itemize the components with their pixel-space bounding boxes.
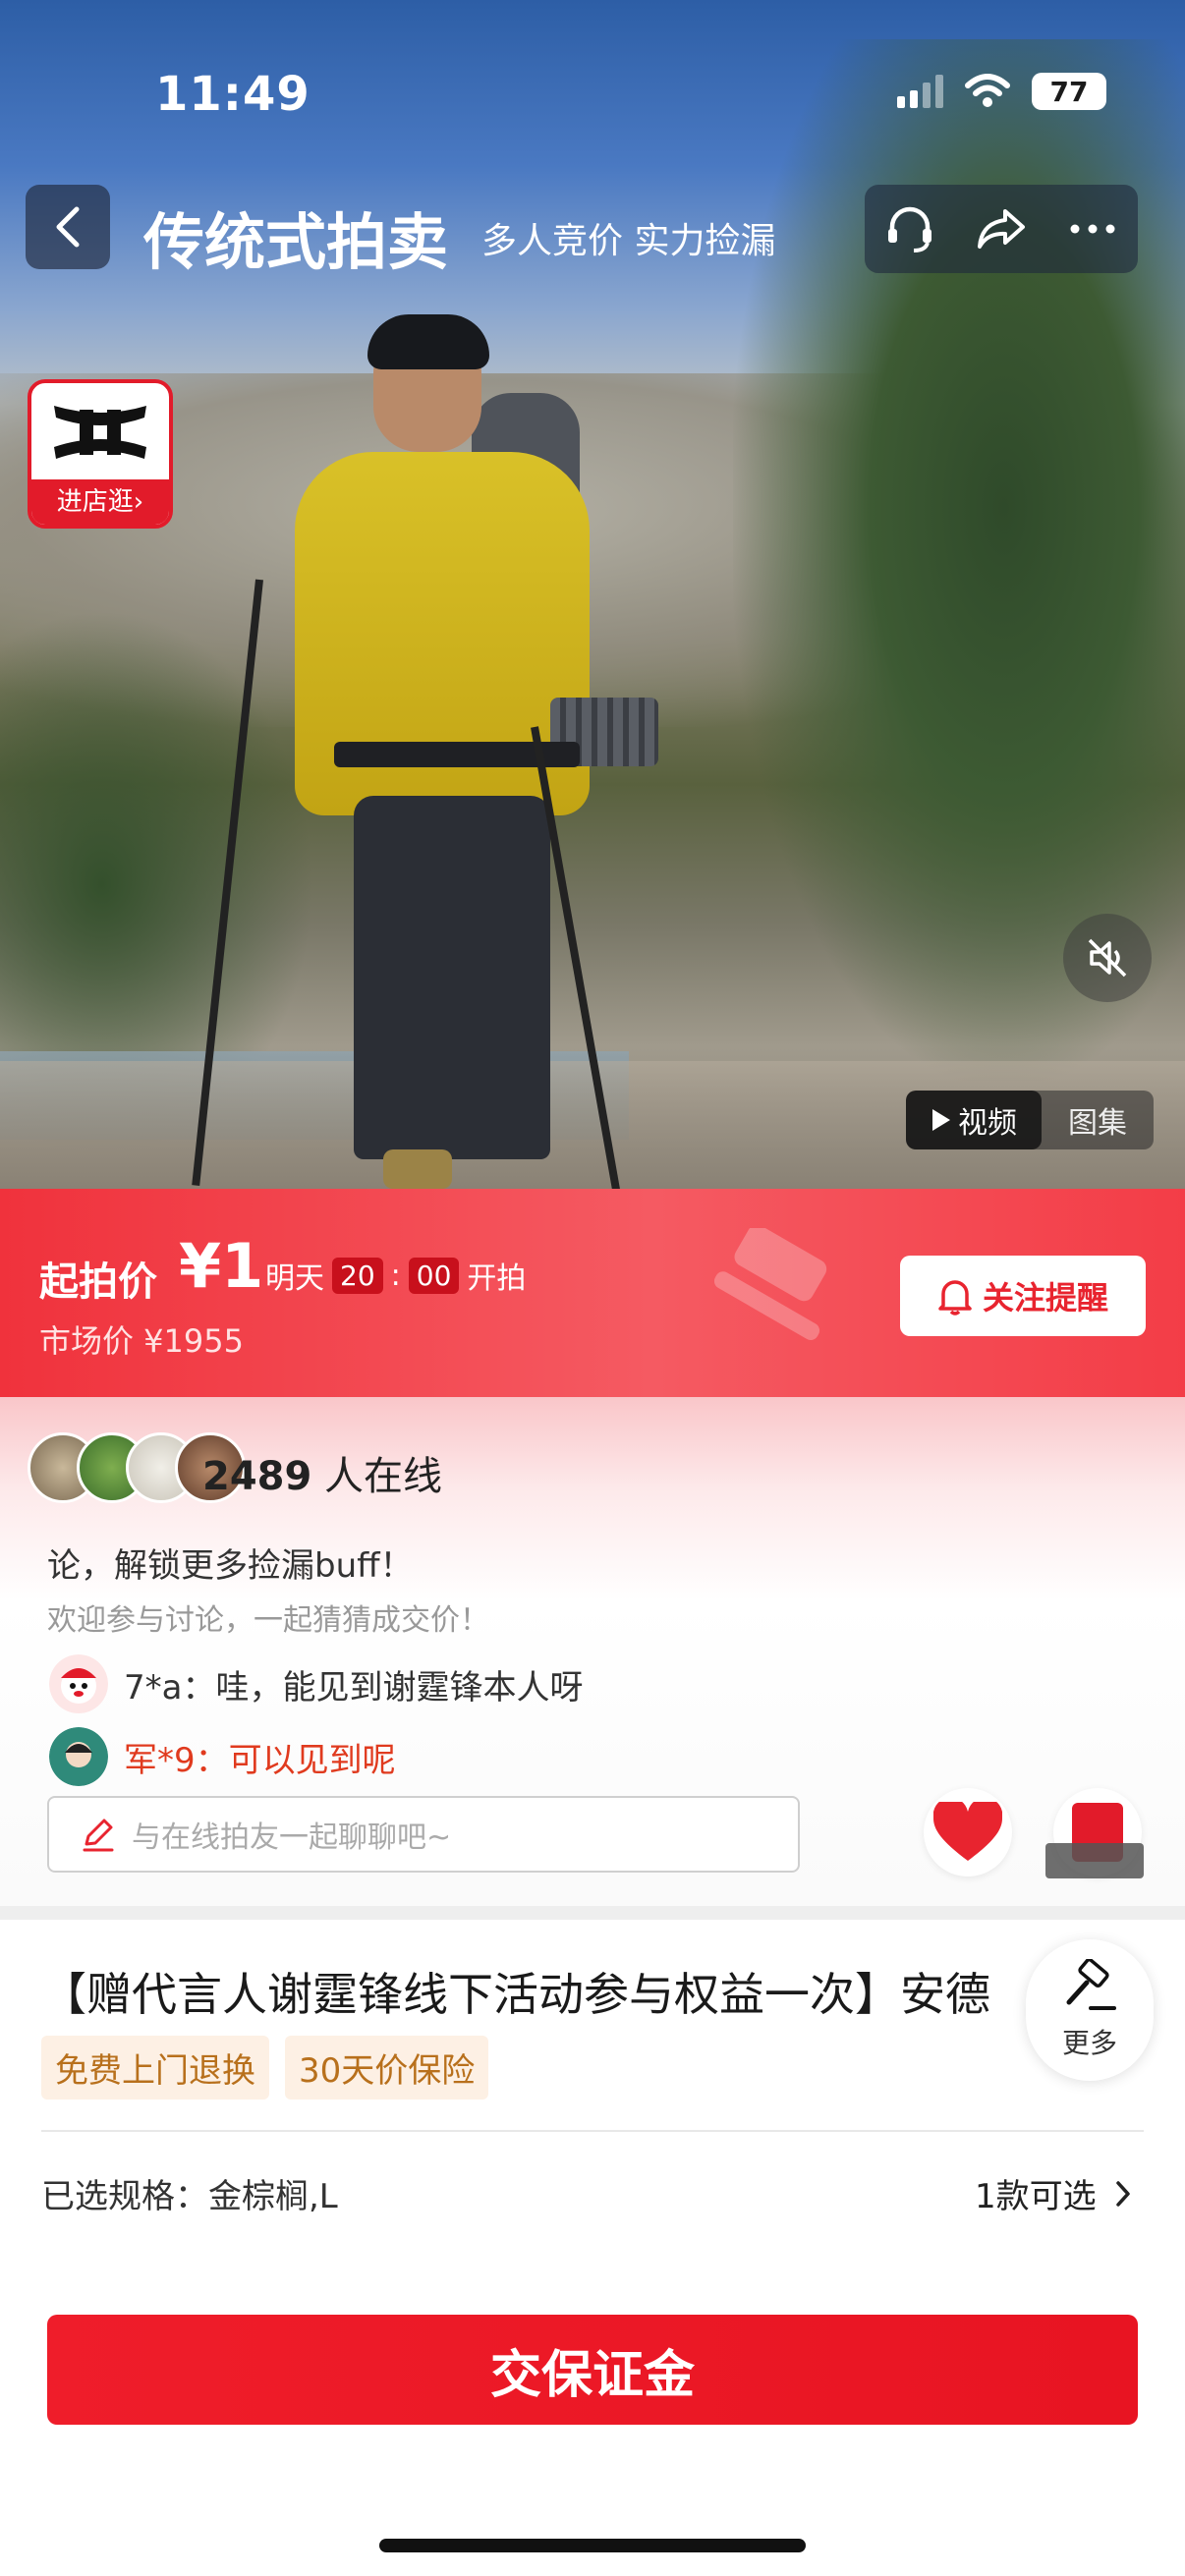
section-divider	[0, 1906, 1185, 1920]
more-button[interactable]: 更多	[1026, 1939, 1154, 2081]
live-chat-section: 2489 人在线 论，解锁更多捡漏buff！ 欢迎参与讨论，一起猜猜成交价！ 7…	[0, 1397, 1185, 1906]
chat-input-placeholder: 与在线拍友一起聊聊吧~	[132, 1820, 452, 1855]
brand-logo-icon	[31, 383, 169, 481]
pay-deposit-button[interactable]: 交保证金	[47, 2315, 1138, 2425]
video-tab[interactable]: 视频	[906, 1091, 1042, 1149]
chat-input[interactable]: 与在线拍友一起聊聊吧~	[47, 1796, 800, 1873]
gift-button[interactable]	[1045, 1788, 1144, 1878]
hammer-icon	[1066, 1959, 1116, 2010]
time-colon: :	[390, 1258, 401, 1293]
auction-hammer-icon	[713, 1228, 827, 1340]
heart-icon	[933, 1802, 1002, 1861]
start-suffix: 开拍	[467, 1261, 527, 1296]
service-tag: 免费上门退换	[41, 2036, 269, 2100]
back-icon	[56, 206, 80, 248]
divider	[41, 2130, 1144, 2132]
status-icons: 77	[897, 73, 1106, 110]
media-toggle: 视频 图集	[906, 1091, 1154, 1149]
battery-icon: 77	[1032, 73, 1106, 110]
start-day: 明天	[265, 1261, 324, 1296]
play-icon	[932, 1109, 950, 1131]
hiker-figure	[192, 314, 678, 1189]
follow-remind-label: 关注提醒	[982, 1279, 1108, 1316]
online-count: 2489 人在线	[202, 1444, 442, 1501]
online-number: 2489	[202, 1454, 312, 1499]
product-title: 【赠代言人谢霆锋线下活动参与权益一次】安德	[41, 1968, 990, 2021]
shop-enter-label: 进店逛›	[31, 479, 169, 525]
chevron-right-icon	[1115, 2180, 1130, 2207]
chat-welcome: 欢迎参与讨论，一起猜猜成交价！	[47, 1603, 489, 1638]
page-subtitle: 多人竞价 实力捡漏	[481, 221, 776, 261]
wifi-icon	[965, 74, 1010, 107]
pencil-icon	[83, 1819, 114, 1852]
start-price: ¥1	[179, 1230, 264, 1302]
market-price: 市场价 ¥1955	[39, 1322, 244, 1360]
bell-icon	[938, 1280, 972, 1316]
more-dots-icon[interactable]	[1065, 201, 1120, 256]
share-icon[interactable]	[974, 201, 1029, 256]
spec-count: 1款可选	[975, 2177, 1097, 2216]
chat-message: 军*9：可以见到呢	[49, 1727, 396, 1786]
start-minute: 00	[408, 1257, 460, 1294]
chat-message-text: 7*a：哇，能见到谢霆锋本人呀	[124, 1667, 584, 1708]
service-tag: 30天价保险	[285, 2036, 489, 2100]
service-tags: 免费上门退换 30天价保险	[41, 2036, 489, 2100]
home-indicator	[379, 2539, 806, 2552]
nav-actions	[865, 185, 1138, 273]
headset-icon[interactable]	[882, 201, 937, 256]
jd-mascot-avatar	[49, 1654, 108, 1713]
cellular-signal-icon	[897, 75, 943, 108]
follow-remind-button[interactable]: 关注提醒	[900, 1256, 1146, 1336]
like-button[interactable]	[924, 1788, 1012, 1876]
start-price-label: 起拍价	[39, 1260, 157, 1305]
user-avatar	[49, 1727, 108, 1786]
shop-entry-badge[interactable]: 进店逛›	[28, 379, 173, 529]
page-title: 传统式拍卖	[143, 206, 449, 278]
spec-selected[interactable]: 已选规格：金棕榈,L	[41, 2169, 338, 2217]
more-label: 更多	[1061, 2027, 1117, 2059]
start-hour: 20	[332, 1257, 383, 1294]
back-button[interactable]	[26, 185, 110, 269]
chat-message: 7*a：哇，能见到谢霆锋本人呀	[49, 1654, 583, 1713]
start-time: 明天 20 : 00 开拍	[265, 1254, 526, 1297]
auction-banner: 起拍价 ¥1 明天 20 : 00 开拍 市场价 ¥1955 关注提醒	[0, 1189, 1185, 1397]
chat-message-text: 军*9：可以见到呢	[124, 1740, 396, 1780]
online-label: 人在线	[324, 1454, 443, 1499]
video-tab-label: 视频	[958, 1106, 1017, 1141]
mute-button[interactable]	[1063, 914, 1152, 1002]
online-avatars	[28, 1432, 246, 1503]
chat-pinned: 论，解锁更多捡漏buff！	[47, 1546, 414, 1586]
gallery-tab[interactable]: 图集	[1042, 1091, 1154, 1149]
product-hero-image[interactable]	[0, 0, 1185, 1189]
spec-selector[interactable]: 1款可选	[975, 2169, 1132, 2217]
speaker-muted-icon	[1088, 938, 1127, 978]
status-time: 11:49	[155, 67, 310, 122]
